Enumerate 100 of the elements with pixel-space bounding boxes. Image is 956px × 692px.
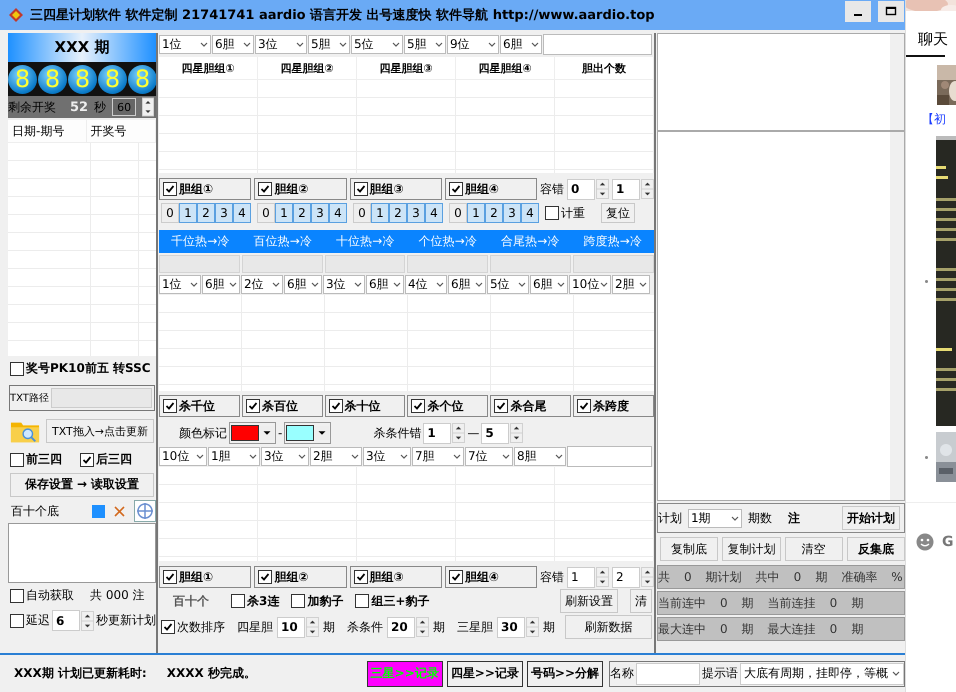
number-field[interactable]: 0 (567, 178, 595, 200)
record-tab[interactable]: 号码>>分解 (526, 660, 603, 686)
number-field[interactable]: 30 (497, 616, 525, 638)
dropdown[interactable]: 6胆 (202, 274, 240, 294)
number-field[interactable]: 5 (481, 422, 510, 444)
number-field[interactable]: 1 (612, 178, 640, 200)
import-button[interactable]: TXT拖入→点击更新 (46, 419, 154, 443)
dropdown[interactable]: 5位 (351, 34, 403, 54)
dropdown[interactable]: 5胆 (404, 34, 446, 54)
dropdown[interactable]: 6胆 (366, 274, 404, 294)
reset-button[interactable]: 复位 (601, 203, 635, 223)
color-picker[interactable] (229, 422, 276, 444)
digit-toggle[interactable]: 2 (293, 203, 311, 223)
hint-dropdown[interactable]: 大底有周期，挂即停，等概 (740, 662, 904, 684)
option-checkbox[interactable]: 杀3连 (231, 592, 280, 610)
number-field[interactable]: 2 (612, 566, 640, 588)
number-field[interactable]: 6 (52, 610, 80, 631)
auto-fetch-checkbox[interactable]: 自动获取 (10, 587, 74, 604)
dropdown[interactable]: 5位 (487, 274, 529, 294)
text-field[interactable] (543, 34, 652, 54)
digit-toggle[interactable]: 3 (503, 203, 521, 223)
dropdown[interactable]: 4位 (405, 274, 447, 294)
digit-toggle[interactable]: 1 (371, 203, 389, 223)
spin-buttons[interactable] (641, 179, 654, 199)
weight-checkbox[interactable]: 计重 (545, 204, 585, 222)
record-tab[interactable]: 四星>>记录 (446, 660, 523, 686)
digit-toggle[interactable]: 1 (275, 203, 293, 223)
dropdown[interactable]: 1位 (159, 274, 201, 294)
spin-buttons[interactable] (526, 617, 539, 637)
action-button[interactable]: 清空 (784, 537, 843, 561)
digit-toggle[interactable]: 0 (257, 203, 275, 223)
sort-checkbox[interactable]: 次数排序 (161, 618, 225, 636)
number-field[interactable]: 10 (277, 616, 305, 638)
article-link[interactable]: 【初 (922, 111, 956, 128)
digit-toggle[interactable]: 3 (215, 203, 233, 223)
spin-buttons[interactable] (306, 617, 319, 637)
base-text-area[interactable] (8, 523, 156, 583)
spin-buttons[interactable] (452, 423, 466, 443)
dropdown[interactable]: 3位 (323, 274, 365, 294)
chat-tab[interactable]: 聊天 (906, 14, 945, 57)
dropdown[interactable]: 3位 (261, 446, 309, 466)
mode-checkbox[interactable]: 后三四 (80, 451, 132, 468)
interval-field[interactable]: 60 (112, 98, 136, 116)
digit-toggle[interactable]: 0 (449, 203, 467, 223)
spin-buttons[interactable] (596, 179, 609, 199)
color-picker[interactable] (284, 422, 332, 444)
dropdown[interactable]: 1胆 (208, 446, 260, 466)
option-checkbox[interactable]: 组三+豹子 (355, 592, 430, 610)
number-field[interactable]: 1 (567, 566, 595, 588)
name-field[interactable] (636, 662, 700, 684)
toolbar-letter[interactable]: G (942, 534, 954, 550)
clear-button[interactable]: 清 (630, 589, 652, 613)
dropdown[interactable]: 2胆 (612, 274, 650, 294)
number-field[interactable]: 20 (387, 616, 415, 638)
settings-button[interactable]: 保存设置 → 读取设置 (10, 472, 154, 496)
number-field[interactable]: 1 (423, 422, 452, 444)
delay-checkbox[interactable]: 延迟 (10, 612, 50, 629)
move-icon[interactable] (134, 500, 156, 522)
spin-buttons[interactable] (416, 617, 429, 637)
dropdown[interactable]: 1位 (159, 34, 211, 54)
dropdown[interactable]: 10位 (159, 446, 207, 466)
path-field[interactable] (50, 388, 152, 408)
start-plan-button[interactable]: 开始计划 (842, 506, 900, 530)
spin-buttons[interactable] (596, 567, 609, 587)
digit-toggle[interactable]: 3 (311, 203, 329, 223)
spin-buttons[interactable] (142, 97, 154, 117)
digit-toggle[interactable]: 4 (329, 203, 347, 223)
dropdown[interactable]: 10位 (569, 274, 611, 294)
dropdown[interactable]: 6胆 (530, 274, 568, 294)
pk10-checkbox[interactable]: 奖号PK10前五 转SSC (10, 360, 151, 377)
dropdown[interactable]: 6胆 (284, 274, 322, 294)
digit-toggle[interactable]: 4 (521, 203, 539, 223)
digit-toggle[interactable]: 0 (353, 203, 371, 223)
action-button[interactable]: 复制计划 (722, 537, 780, 561)
digit-toggle[interactable]: 1 (467, 203, 485, 223)
dropdown[interactable]: 6胆 (212, 34, 254, 54)
scrollbar[interactable] (890, 34, 904, 130)
square-icon[interactable] (92, 504, 105, 518)
digit-toggle[interactable]: 2 (197, 203, 215, 223)
dropdown[interactable]: 2胆 (310, 446, 362, 466)
dropdown[interactable]: 9位 (447, 34, 499, 54)
dropdown[interactable]: 3位 (363, 446, 411, 466)
spin-buttons[interactable] (510, 423, 524, 443)
digit-toggle[interactable]: 2 (389, 203, 407, 223)
mode-checkbox[interactable]: 前三四 (10, 451, 62, 468)
dropdown[interactable]: 6胆 (448, 274, 486, 294)
dropdown[interactable]: 1期 (688, 508, 742, 528)
close-icon[interactable] (113, 504, 126, 518)
digit-toggle[interactable]: 1 (179, 203, 197, 223)
text-field[interactable] (567, 446, 652, 466)
scrollbar[interactable] (890, 132, 904, 500)
dropdown[interactable]: 7位 (465, 446, 513, 466)
refresh-data-button[interactable]: 刷新数据 (565, 615, 652, 639)
minimize-button[interactable] (845, 0, 871, 22)
digit-toggle[interactable]: 4 (233, 203, 251, 223)
dropdown[interactable]: 3位 (255, 34, 307, 54)
maximize-button[interactable] (878, 0, 904, 22)
action-button[interactable]: 复制底 (660, 537, 718, 561)
dropdown[interactable]: 6胆 (500, 34, 542, 54)
option-checkbox[interactable]: 加豹子 (291, 592, 344, 610)
